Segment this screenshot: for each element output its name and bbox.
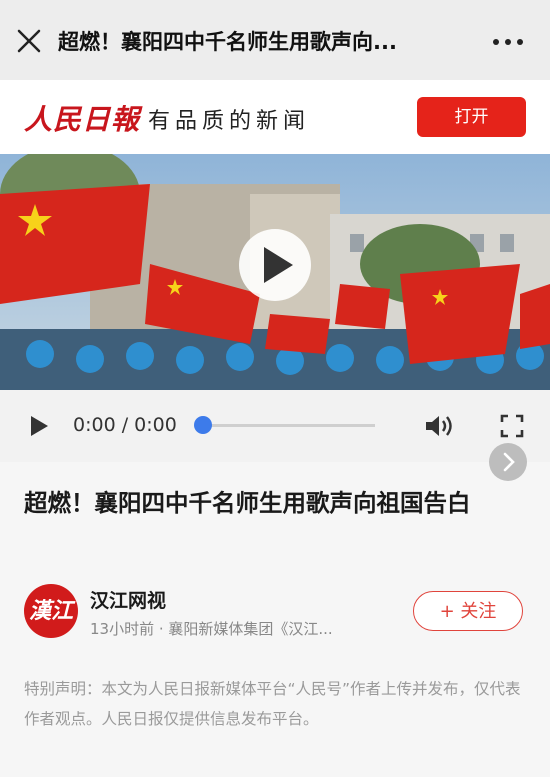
article-title: 超燃！襄阳四中千名师生用歌声向祖国告白 [24, 489, 471, 517]
chevron-right-icon[interactable] [489, 443, 527, 481]
time-display: 0:00 / 0:00 [73, 414, 177, 436]
brand-slogan: 有品质的新闻 [148, 109, 311, 134]
disclaimer-text: 特别声明：本文为人民日报新媒体平台“人民号”作者上传并发布，仅代表作者观点。人民… [24, 680, 521, 728]
play-icon[interactable] [28, 414, 50, 438]
follow-button[interactable]: + 关注 [413, 591, 523, 631]
more-icon[interactable] [488, 28, 528, 56]
brand-logo: 人民日報 [24, 103, 141, 136]
progress-track[interactable] [203, 424, 375, 427]
article-meta: 13小时前 · 襄阳新媒体集团《汉江... [90, 620, 333, 638]
fullscreen-icon[interactable] [500, 414, 524, 438]
avatar[interactable]: 漢江 [24, 584, 78, 638]
author-name[interactable]: 汉江网视 [90, 586, 166, 613]
page-title: 超燃！襄阳四中千名师生用歌声向... [58, 30, 397, 54]
video-thumbnail[interactable] [0, 154, 550, 390]
open-app-button[interactable]: 打开 [417, 97, 526, 137]
volume-icon[interactable] [424, 412, 456, 440]
close-icon[interactable] [14, 26, 44, 56]
progress-knob[interactable] [194, 416, 212, 434]
